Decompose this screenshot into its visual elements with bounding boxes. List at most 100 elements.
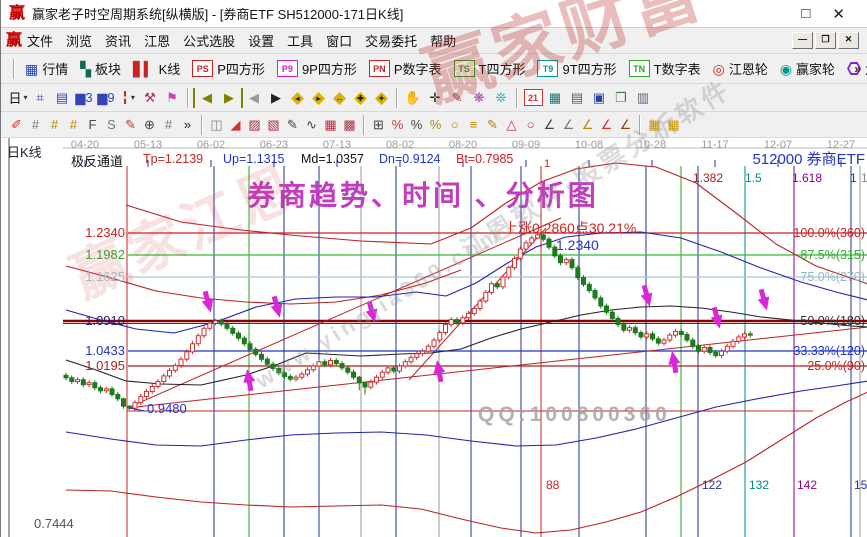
- first-bar-button[interactable]: ◀: [193, 88, 218, 108]
- chart-canvas[interactable]: 1.2340100.0%(360)1.198287.5%(315)1.16257…: [1, 138, 867, 537]
- candle-style-icon[interactable]: ╏: [117, 88, 139, 108]
- draw-tool-icon-3[interactable]: #: [64, 115, 83, 135]
- draw-tool-icon-26[interactable]: ✎: [483, 115, 502, 135]
- formula-tool-icon[interactable]: ⚒: [139, 88, 161, 108]
- draw-tool-icon-2[interactable]: #: [45, 115, 64, 135]
- last-bar-button[interactable]: ▶: [218, 88, 243, 108]
- draw-pen-tool[interactable]: ✎: [446, 88, 468, 108]
- maximize-button[interactable]: □: [801, 5, 810, 23]
- toolbar-p-square-button[interactable]: PSP四方形: [186, 59, 271, 78]
- menu-item-3[interactable]: 江恩: [139, 29, 175, 52]
- flag-chart-icon[interactable]: ⚑: [161, 88, 183, 108]
- svg-text:33.33%(120): 33.33%(120): [793, 344, 865, 358]
- close-button[interactable]: ✕: [832, 5, 845, 23]
- draw-tool-icon-35[interactable]: ▦: [645, 115, 664, 135]
- draw-tool-icon-33[interactable]: ∠: [616, 115, 635, 135]
- draw-tool-icon-11[interactable]: ◫: [207, 115, 226, 135]
- gann-shape-cross[interactable]: ◆✚: [350, 88, 371, 108]
- winner-wheel-label: 赢家轮: [796, 59, 835, 78]
- menu-item-1[interactable]: 浏览: [61, 29, 97, 52]
- draw-tool-icon-7[interactable]: ⊕: [140, 115, 159, 135]
- draw-tool-icon-21[interactable]: %: [388, 115, 407, 135]
- print-icon[interactable]: ▥: [632, 88, 654, 108]
- gann-shape-right[interactable]: ◆▸: [308, 88, 329, 108]
- p-square-icon: PS: [192, 60, 213, 77]
- draw-tool-icon-14[interactable]: ▧: [264, 115, 283, 135]
- draw-tool-icon-31[interactable]: ∠: [578, 115, 597, 135]
- menu-item-7[interactable]: 窗口: [321, 29, 357, 52]
- draw-tool-icon-5[interactable]: S: [102, 115, 121, 135]
- menu-item-9[interactable]: 帮助: [425, 29, 461, 52]
- mdi-restore-button[interactable]: ❐: [815, 32, 836, 49]
- copy-icon[interactable]: ❐: [610, 88, 632, 108]
- pan-tool[interactable]: ✋: [402, 88, 424, 108]
- calculator-icon[interactable]: ▦: [544, 88, 566, 108]
- notes-icon[interactable]: ▤: [566, 88, 588, 108]
- draw-tool-icon-20[interactable]: ⊞: [369, 115, 388, 135]
- calendar-icon[interactable]: 21: [522, 88, 544, 108]
- toolbar-gann-wheel-button[interactable]: ◎江恩轮: [707, 59, 774, 78]
- gann-shape-left[interactable]: ◆◂: [287, 88, 308, 108]
- draw-tool-icon-25[interactable]: ≡: [464, 115, 483, 135]
- draw-tool-icon-23[interactable]: %: [426, 115, 445, 135]
- gann-shape-star[interactable]: ◆✦: [371, 88, 392, 108]
- period-day-selector[interactable]: 日: [7, 88, 29, 108]
- toolbar-kline-button[interactable]: ▋▍K线: [127, 59, 186, 78]
- draw-tool-icon-15[interactable]: ✎: [283, 115, 302, 135]
- menu-item-0[interactable]: 文件: [22, 29, 58, 52]
- draw-tool-icon-13[interactable]: ▨: [245, 115, 264, 135]
- menu-item-8[interactable]: 交易委托: [360, 29, 422, 52]
- quote-table-label: 行情: [42, 59, 68, 78]
- draw-tool-icon-8[interactable]: #: [159, 115, 178, 135]
- svg-text:1.0910: 1.0910: [85, 313, 125, 328]
- analyze-tool[interactable]: ❊: [490, 88, 512, 108]
- draw-tool-icon-12[interactable]: ◢: [226, 115, 245, 135]
- menu-item-4[interactable]: 公式选股: [178, 29, 240, 52]
- prev-bar-button[interactable]: ◀: [243, 88, 265, 108]
- draw-tool-icon-27[interactable]: △: [502, 115, 521, 135]
- magic-tool[interactable]: ❋: [468, 88, 490, 108]
- draw-tool-icon-18[interactable]: ▩: [340, 115, 359, 135]
- draw-tool-icon-24[interactable]: ○: [445, 115, 464, 135]
- sectors-icon: ▚: [80, 61, 91, 77]
- save-icon[interactable]: ▣: [588, 88, 610, 108]
- menu-item-2[interactable]: 资讯: [100, 29, 136, 52]
- mdi-close-button[interactable]: ✕: [838, 32, 859, 49]
- chart-area[interactable]: 1.2340100.0%(360)1.198287.5%(315)1.16257…: [1, 138, 867, 537]
- toolbar-t-square-button[interactable]: TST四方形: [448, 59, 532, 78]
- draw-tool-icon-17[interactable]: ▦: [321, 115, 340, 135]
- menu-item-6[interactable]: 工具: [282, 29, 318, 52]
- bars-3-icon[interactable]: ▆3: [73, 88, 95, 108]
- draw-tool-icon-28[interactable]: ○: [521, 115, 540, 135]
- toolbar-sectors-button[interactable]: ▚板块: [74, 59, 127, 78]
- draw-tool-icon-4[interactable]: F: [83, 115, 102, 135]
- next-bar-button[interactable]: ▶: [265, 88, 287, 108]
- detail-doc-icon[interactable]: ▤: [51, 88, 73, 108]
- svg-text:50.0%(180): 50.0%(180): [800, 314, 865, 328]
- draw-tool-icon-32[interactable]: ∠: [597, 115, 616, 135]
- draw-tool-icon-1[interactable]: #: [26, 115, 45, 135]
- mdi-minimize-button[interactable]: —: [792, 32, 813, 49]
- toolbar-9t-square-button[interactable]: T99T四方形: [531, 59, 622, 78]
- network-icon[interactable]: ⌗: [29, 88, 51, 108]
- draw-tool-icon-0[interactable]: ✐: [7, 115, 26, 135]
- toolbar-quote-table-button[interactable]: ▦行情: [19, 59, 74, 78]
- toolbar-overflow-icon[interactable]: »: [854, 62, 861, 76]
- draw-tool-icon-9[interactable]: »: [178, 115, 197, 135]
- menu-item-5[interactable]: 设置: [243, 29, 279, 52]
- svg-text:1.0433: 1.0433: [85, 343, 125, 358]
- draw-tool-icon-6[interactable]: ✎: [121, 115, 140, 135]
- draw-tool-icon-30[interactable]: ∠: [559, 115, 578, 135]
- draw-tool-icon-29[interactable]: ∠: [540, 115, 559, 135]
- draw-tool-icon-16[interactable]: ∿: [302, 115, 321, 135]
- crosshair-tool[interactable]: ✛: [424, 88, 446, 108]
- toolbar-winner-wheel-button[interactable]: ◉赢家轮: [774, 59, 841, 78]
- draw-tool-icon-22[interactable]: %: [407, 115, 426, 135]
- gann-shape-horiz[interactable]: ◆↔: [329, 88, 350, 108]
- toolbar-p-number-table-button[interactable]: PNP数字表: [363, 59, 448, 78]
- toolbar-t-number-table-button[interactable]: TNT数字表: [623, 59, 707, 78]
- svg-text:142: 142: [797, 478, 817, 492]
- bars-9-icon[interactable]: ▆9: [95, 88, 117, 108]
- toolbar-9p-square-button[interactable]: P99P四方形: [271, 59, 363, 78]
- draw-tool-icon-36[interactable]: ▦: [664, 115, 683, 135]
